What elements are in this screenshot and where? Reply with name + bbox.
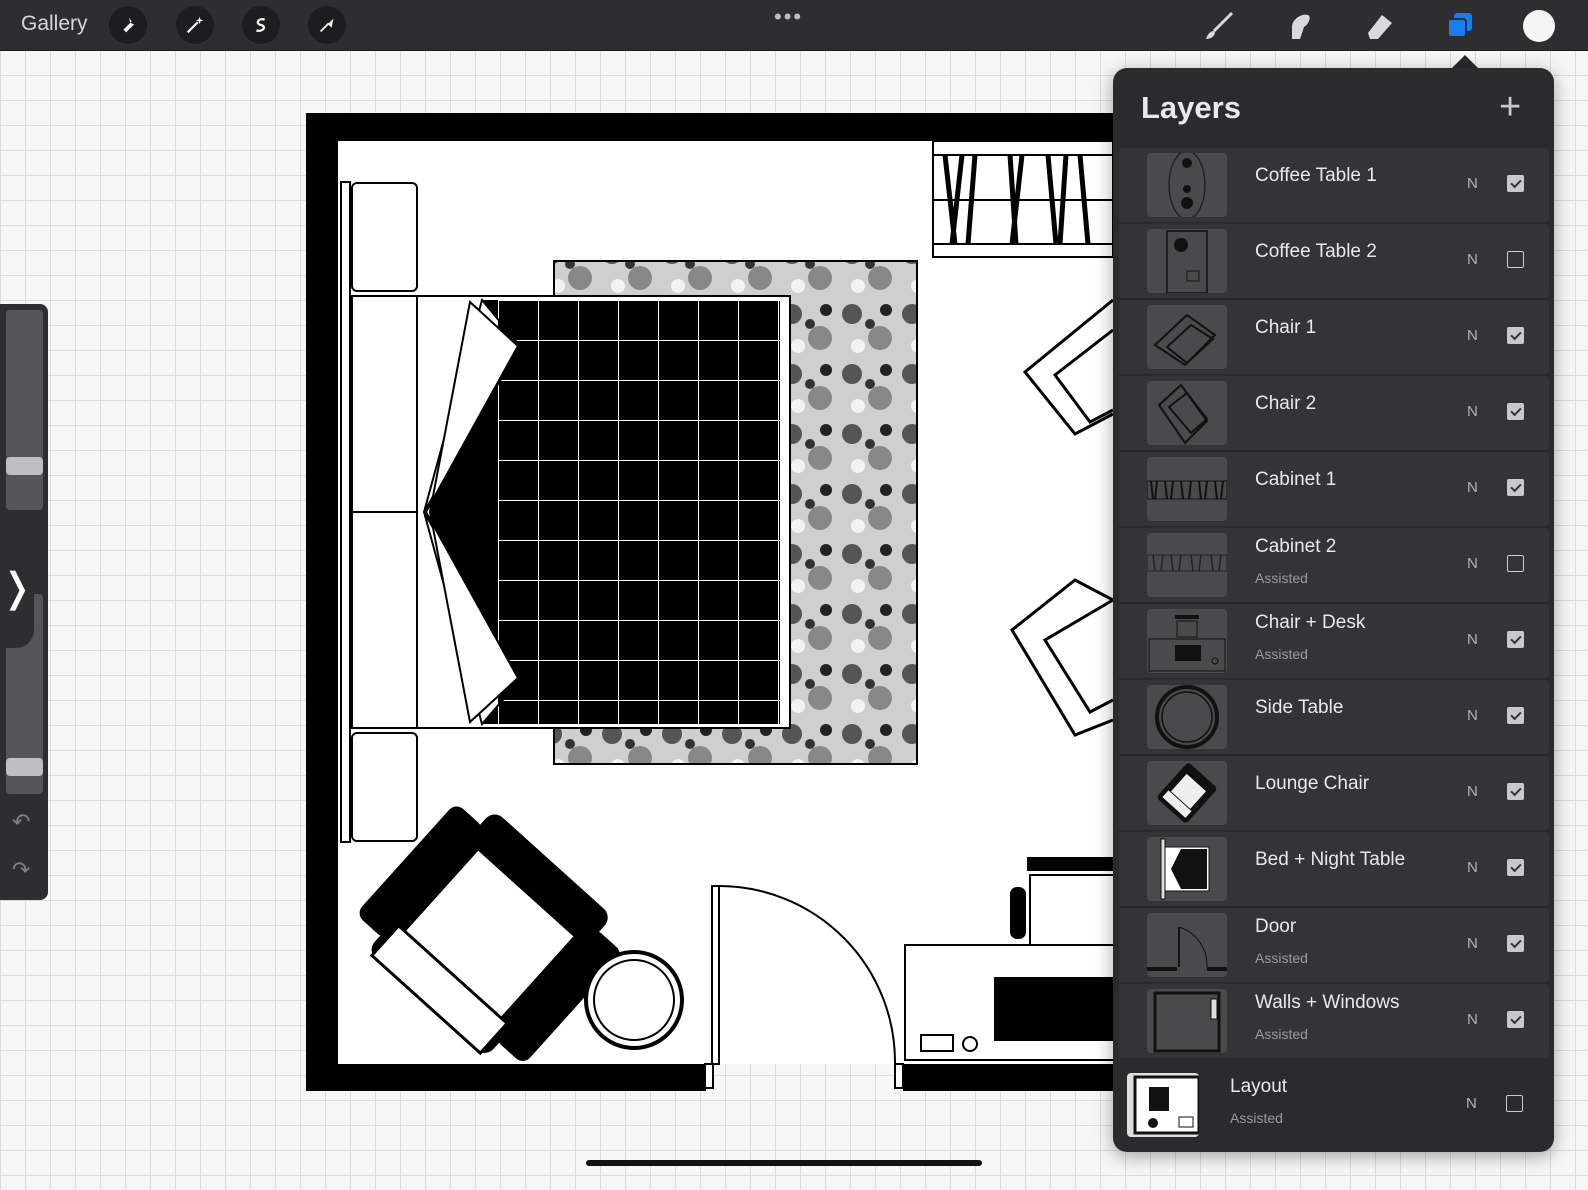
wrench-icon[interactable]: [109, 6, 147, 44]
layers-icon[interactable]: [1441, 8, 1479, 44]
bed: [416, 295, 791, 729]
visibility-checkbox[interactable]: [1507, 859, 1524, 876]
layer-assisted-label: Assisted: [1255, 570, 1308, 586]
layer-thumbnail: [1147, 153, 1227, 217]
visibility-checkbox[interactable]: [1507, 479, 1524, 496]
layer-name: Chair + Desk: [1255, 612, 1366, 633]
redo-icon[interactable]: ↷: [12, 857, 30, 883]
brush-size-slider[interactable]: [6, 310, 43, 510]
top-toolbar: Gallery •••: [0, 0, 1588, 51]
brush-icon[interactable]: [1200, 8, 1238, 44]
visibility-checkbox[interactable]: [1507, 403, 1524, 420]
layer-thumbnail: [1147, 305, 1227, 369]
layers-title: Layers: [1141, 90, 1241, 125]
layer-row-coffee-table-1[interactable]: Coffee Table 1 N: [1119, 148, 1549, 222]
visibility-checkbox[interactable]: [1507, 251, 1524, 268]
layer-assisted-label: Assisted: [1230, 1110, 1283, 1126]
layer-thumbnail: [1127, 1073, 1199, 1137]
blend-mode-button[interactable]: N: [1467, 707, 1478, 724]
layer-thumbnail: [1147, 913, 1227, 977]
opacity-thumb[interactable]: [6, 757, 43, 776]
layer-row-coffee-table-2[interactable]: Coffee Table 2 N: [1119, 224, 1549, 298]
blend-mode-button[interactable]: N: [1467, 859, 1478, 876]
visibility-checkbox[interactable]: [1507, 1011, 1524, 1028]
brush-size-thumb[interactable]: [6, 457, 43, 476]
layer-name: Chair 1: [1255, 317, 1317, 338]
side-table: [584, 950, 684, 1050]
layer-thumbnail: [1147, 685, 1227, 749]
layer-thumbnail: [1147, 533, 1227, 597]
blend-mode-button[interactable]: N: [1467, 1011, 1478, 1028]
layer-row-cabinet-2[interactable]: Cabinet 2 Assisted N: [1119, 528, 1549, 602]
layer-assisted-label: Assisted: [1255, 646, 1308, 662]
smudge-icon[interactable]: [1280, 8, 1318, 44]
visibility-checkbox[interactable]: [1507, 555, 1524, 572]
transform-arrow-icon[interactable]: [308, 6, 346, 44]
layer-name: Lounge Chair: [1255, 773, 1370, 794]
layer-thumbnail: [1147, 609, 1227, 673]
layer-name: Bed + Night Table: [1255, 849, 1406, 870]
layer-name: Coffee Table 2: [1255, 241, 1377, 262]
layers-panel: Layers + Coffee Table 1 N Coffee Table 2…: [1113, 68, 1554, 1152]
gallery-button[interactable]: Gallery: [21, 12, 88, 36]
visibility-checkbox[interactable]: [1507, 631, 1524, 648]
add-layer-button[interactable]: +: [1499, 86, 1521, 129]
home-indicator: [586, 1160, 982, 1166]
layer-thumbnail: [1147, 457, 1227, 521]
blend-mode-button[interactable]: N: [1467, 327, 1478, 344]
sidebar-toggle-button[interactable]: ❭: [0, 528, 34, 648]
selection-icon[interactable]: [242, 6, 280, 44]
layer-name: Cabinet 2: [1255, 536, 1337, 557]
blend-mode-button[interactable]: N: [1467, 935, 1478, 952]
eraser-icon[interactable]: [1360, 8, 1398, 44]
layer-thumbnail: [1147, 837, 1227, 901]
layer-name: Coffee Table 1: [1255, 165, 1377, 186]
blend-mode-button[interactable]: N: [1467, 555, 1478, 572]
visibility-checkbox[interactable]: [1507, 707, 1524, 724]
blend-mode-button[interactable]: N: [1467, 175, 1478, 192]
layer-row-chair-2[interactable]: Chair 2 N: [1119, 376, 1549, 450]
night-tables: [340, 181, 418, 843]
blend-mode-button[interactable]: N: [1467, 631, 1478, 648]
layer-row-lounge-chair[interactable]: Lounge Chair N: [1119, 756, 1549, 830]
layer-thumbnail: [1147, 229, 1227, 293]
more-options-icon[interactable]: •••: [774, 4, 803, 30]
layer-thumbnail: [1147, 989, 1227, 1053]
layer-row-door[interactable]: Door Assisted N: [1119, 908, 1549, 982]
layer-name: Walls + Windows: [1255, 992, 1400, 1013]
layer-name: Chair 2: [1255, 393, 1317, 414]
visibility-checkbox[interactable]: [1507, 783, 1524, 800]
chevron-right-icon: ❭: [0, 566, 34, 610]
layer-name: Door: [1255, 916, 1297, 937]
layer-thumbnail: [1147, 761, 1227, 825]
blend-mode-button[interactable]: N: [1467, 403, 1478, 420]
color-picker-button[interactable]: [1523, 10, 1555, 42]
layer-row-bed-night-table[interactable]: Bed + Night Table N: [1119, 832, 1549, 906]
layer-row-cabinet-1[interactable]: Cabinet 1 N: [1119, 452, 1549, 526]
layer-row-walls-windows[interactable]: Walls + Windows Assisted N: [1119, 984, 1549, 1058]
layer-assisted-label: Assisted: [1255, 950, 1308, 966]
layer-row-chair-1[interactable]: Chair 1 N: [1119, 300, 1549, 374]
layer-name: Layout: [1230, 1076, 1288, 1097]
visibility-checkbox[interactable]: [1507, 327, 1524, 344]
blend-mode-button[interactable]: N: [1467, 783, 1478, 800]
visibility-checkbox[interactable]: [1506, 1095, 1523, 1112]
layer-name: Side Table: [1255, 697, 1344, 718]
layer-row-side-table[interactable]: Side Table N: [1119, 680, 1549, 754]
layers-panel-pointer: [1451, 55, 1479, 69]
layer-row-chair-desk[interactable]: Chair + Desk Assisted N: [1119, 604, 1549, 678]
layer-name: Cabinet 1: [1255, 469, 1337, 490]
blend-mode-button[interactable]: N: [1466, 1095, 1477, 1112]
visibility-checkbox[interactable]: [1507, 175, 1524, 192]
layer-row-layout[interactable]: Layout Assisted N: [1113, 1068, 1554, 1142]
visibility-checkbox[interactable]: [1507, 935, 1524, 952]
undo-icon[interactable]: ↶: [12, 809, 30, 835]
layer-assisted-label: Assisted: [1255, 1026, 1308, 1042]
blend-mode-button[interactable]: N: [1467, 479, 1478, 496]
magic-wand-icon[interactable]: [176, 6, 214, 44]
layer-thumbnail: [1147, 381, 1227, 445]
blend-mode-button[interactable]: N: [1467, 251, 1478, 268]
